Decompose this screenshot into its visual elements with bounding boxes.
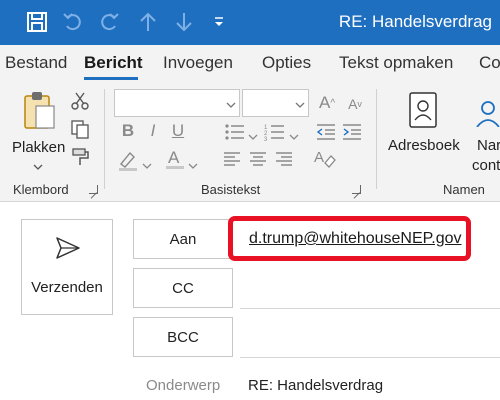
copy-icon[interactable] [70, 119, 90, 144]
klembord-dialog-launcher-icon[interactable] [89, 185, 98, 194]
underline-icon[interactable]: U [167, 120, 189, 142]
chevron-down-icon[interactable] [248, 128, 258, 146]
bcc-button[interactable]: BCC [133, 317, 233, 357]
shrink-font-icon[interactable]: Av [342, 93, 368, 115]
bcc-field-line [240, 357, 500, 358]
bold-icon[interactable]: B [117, 120, 139, 142]
window-title: RE: Handelsverdrag [338, 12, 492, 31]
down-arrow-icon[interactable] [170, 8, 198, 36]
italic-icon[interactable]: I [142, 120, 164, 142]
tab-bericht[interactable]: Bericht [84, 53, 143, 73]
tab-co[interactable]: Co [479, 53, 500, 73]
bullet-list-icon[interactable] [224, 122, 246, 147]
send-button[interactable]: Verzenden [21, 219, 113, 315]
basistekst-dialog-launcher-icon[interactable] [352, 185, 361, 194]
chevron-down-icon [295, 97, 305, 108]
group-separator [376, 89, 377, 189]
save-icon[interactable] [23, 8, 51, 36]
grow-font-icon[interactable]: A ^ [314, 91, 340, 115]
align-right-icon[interactable] [274, 150, 294, 173]
decrease-indent-icon[interactable] [315, 122, 337, 147]
paste-button[interactable]: Plakken [8, 87, 68, 156]
align-left-icon[interactable] [222, 150, 242, 173]
group-separator [104, 89, 105, 189]
cut-icon[interactable] [70, 91, 90, 116]
paste-dropdown-icon[interactable] [33, 157, 43, 175]
recipient-highlight-box [228, 216, 471, 261]
clipboard-icon [22, 91, 56, 136]
group-label-basistekst: Basistekst [201, 182, 261, 197]
to-button[interactable]: Aan [133, 219, 233, 259]
cc-button[interactable]: CC [133, 268, 233, 308]
bcc-field[interactable] [240, 320, 500, 354]
cc-field[interactable] [240, 272, 500, 306]
chevron-down-icon[interactable] [142, 157, 152, 175]
subject-label: Onderwerp [146, 377, 221, 394]
tab-bestand[interactable]: Bestand [5, 53, 67, 73]
highlighter-icon[interactable] [117, 149, 139, 176]
ribbon: Plakken Klembord A ^ Av B I U 123 A A Ba… [0, 81, 500, 202]
address-book-icon [407, 91, 439, 134]
address-book-button[interactable]: Adresboek [384, 87, 462, 159]
cc-field-line [240, 308, 500, 309]
format-painter-icon[interactable] [70, 147, 90, 172]
font-size-combo[interactable] [242, 89, 309, 117]
increase-indent-icon[interactable] [341, 122, 363, 147]
send-icon [55, 236, 81, 265]
address-book-label: Adresboek [388, 137, 460, 154]
subject-field[interactable]: RE: Handelsverdrag [248, 377, 383, 394]
align-center-icon[interactable] [248, 150, 268, 173]
tab-invoegen[interactable]: Invoegen [163, 53, 233, 73]
check-names-label-line2: contre [472, 157, 500, 174]
font-name-combo[interactable] [114, 89, 240, 117]
check-names-label-line1: Nar [477, 137, 500, 154]
customize-qat-icon[interactable] [205, 8, 233, 36]
ribbon-tabs: Bestand Bericht Invoegen Opties Tekst op… [0, 45, 500, 81]
paste-label: Plakken [12, 139, 66, 156]
chevron-down-icon[interactable] [188, 157, 198, 175]
person-icon [476, 99, 500, 132]
send-label: Verzenden [31, 279, 103, 296]
svg-text:A: A [314, 149, 324, 166]
active-tab-indicator [84, 77, 138, 80]
svg-text:3: 3 [264, 137, 268, 142]
numbered-list-icon[interactable]: 123 [264, 122, 286, 147]
redo-icon[interactable] [95, 8, 123, 36]
undo-icon[interactable] [59, 8, 87, 36]
tab-opties[interactable]: Opties [262, 53, 311, 73]
group-label-klembord: Klembord [13, 182, 69, 197]
chevron-down-icon[interactable] [289, 128, 299, 146]
up-arrow-icon[interactable] [134, 8, 162, 36]
title-bar: RE: Handelsverdrag [0, 0, 500, 45]
group-label-namen: Namen [443, 182, 485, 197]
font-color-icon[interactable]: A [165, 147, 185, 176]
chevron-down-icon [226, 97, 236, 108]
clear-formatting-icon[interactable]: A [313, 147, 337, 174]
svg-text:A: A [168, 148, 180, 167]
tab-tekst-opmaken[interactable]: Tekst opmaken [339, 53, 453, 73]
check-names-button[interactable]: Nar contre [472, 87, 500, 177]
